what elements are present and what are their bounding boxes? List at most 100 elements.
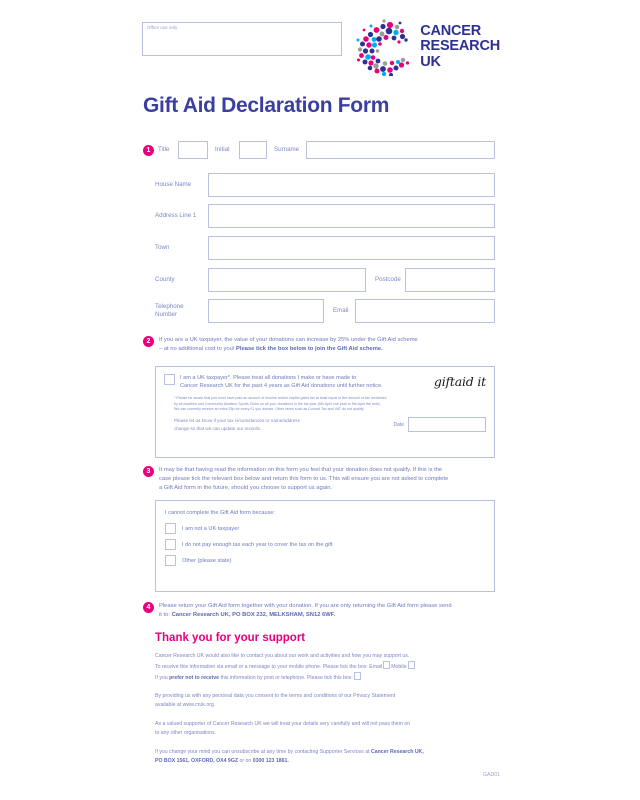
- section-4-return-address: Cancer Research UK, PO BOX 232, MELKSHAM…: [171, 611, 336, 618]
- giftaid-it-logo: giftaid it: [433, 374, 486, 389]
- unsub-phone: 0300 123 1861.: [252, 757, 289, 764]
- fineprint-line-2: by all charities and Community Amateur S…: [174, 401, 381, 406]
- surname-input[interactable]: [306, 141, 495, 159]
- unsub-line-1-plain: If you change your mind you can unsubscr…: [155, 749, 371, 755]
- initial-input[interactable]: [239, 141, 267, 159]
- step-3-badge: 3: [143, 466, 154, 477]
- gift-aid-declaration-panel: I am a UK taxpayer*. Please treat all do…: [155, 366, 495, 458]
- logo-line-cancer: CANCER: [420, 23, 482, 40]
- page-title: Gift Aid Declaration Form: [143, 94, 390, 117]
- name-field-row: 1 Title Initial Surname: [143, 141, 495, 159]
- update-records-text: Please let us know if your tax circumsta…: [174, 417, 393, 432]
- prefer-not-part-c: this information by post or telephone. P…: [219, 675, 353, 681]
- email-input[interactable]: [355, 299, 495, 323]
- footer-contact-paragraph: Cancer Research UK would also like to co…: [155, 652, 500, 672]
- mobile-tickbox[interactable]: [407, 660, 415, 669]
- date-input[interactable]: [408, 417, 486, 433]
- not-enough-tax-checkbox[interactable]: [165, 539, 176, 551]
- section-2: 2 If you are a UK taxpayer, the value of…: [143, 336, 498, 354]
- address-line-1-input[interactable]: [208, 204, 495, 228]
- office-use-box[interactable]: Office use only: [142, 22, 342, 56]
- section-2-line-1: If you are a UK taxpayer, the value of y…: [159, 337, 418, 343]
- not-uk-taxpayer-label: I am not a UK taxpayer: [182, 525, 240, 532]
- office-use-label: Office use only: [147, 25, 178, 30]
- declaration-line-2: Cancer Research UK for the past 4 years …: [180, 383, 383, 390]
- email-label: Email: [333, 307, 349, 315]
- postcode-input[interactable]: [405, 268, 495, 292]
- gift-aid-fineprint: * Please be aware that you must have pai…: [156, 391, 494, 413]
- contact-line-2: To receive this information via email or…: [155, 663, 383, 670]
- form-page: Office use only CANCER RESEARCH UK Gift …: [0, 0, 640, 800]
- declaration-line-1: I am a UK taxpayer*. Please treat all do…: [180, 375, 357, 381]
- fineprint-line-1: * Please be aware that you must have pai…: [174, 395, 387, 400]
- section-3-text: It may be that having read the informati…: [159, 466, 448, 493]
- not-enough-tax-label: I do not pay enough tax each year to cov…: [182, 541, 333, 548]
- fineprint-line-3: We can currently receive an extra 25p fo…: [174, 407, 365, 412]
- town-row: Town: [155, 236, 495, 260]
- section-4-line-2-plain: it to:: [159, 611, 172, 618]
- logo-line-uk: UK: [420, 53, 441, 70]
- telephone-email-row: Telephone Number Email: [155, 299, 495, 323]
- surname-label: Surname: [274, 146, 300, 154]
- update-line-1: Please let us know if your tax circumsta…: [174, 418, 300, 424]
- telephone-label: Telephone Number: [155, 303, 208, 319]
- footer-valued-supporter-paragraph: As a valued supporter of Cancer Research…: [155, 720, 500, 738]
- address-line-1-row: Address Line 1: [155, 204, 495, 228]
- contact-line-1: Cancer Research UK would also like to co…: [155, 653, 410, 659]
- option-row-not-enough-tax[interactable]: I do not pay enough tax each year to cov…: [156, 534, 494, 551]
- page-header: Office use only CANCER RESEARCH UK: [142, 18, 500, 86]
- cancer-research-uk-logo: CANCER RESEARCH UK: [356, 18, 500, 77]
- unsub-org-name: Cancer Research UK,: [370, 749, 424, 755]
- section-4-line-1: Please return your Gift Aid form togethe…: [159, 603, 452, 609]
- address-line-1-label: Address Line 1: [155, 212, 197, 220]
- section-4: 4 Please return your Gift Aid form toget…: [143, 602, 501, 620]
- valued-line-1: As a valued supporter of Cancer Research…: [155, 721, 411, 727]
- gift-aid-declaration-row: I am a UK taxpayer*. Please treat all do…: [156, 367, 494, 391]
- step-4-badge: 4: [143, 602, 154, 613]
- unsub-address: PO BOX 1561, OXFORD, OX4 9GZ: [155, 757, 239, 764]
- gift-aid-declaration-text: I am a UK taxpayer*. Please treat all do…: [180, 374, 434, 391]
- telephone-input[interactable]: [208, 299, 324, 323]
- prefer-not-emphasis: prefer not to receive: [169, 675, 220, 681]
- section-2-line-2-bold: Please tick the box below to join the Gi…: [236, 345, 383, 352]
- not-uk-taxpayer-checkbox[interactable]: [165, 523, 176, 535]
- telephone-label-line2: Number: [155, 311, 178, 318]
- other-label: Other (please state): [182, 557, 232, 564]
- option-row-other[interactable]: Other (please state): [156, 550, 494, 567]
- thank-you-heading: Thank you for your support: [155, 632, 306, 644]
- footer-unsubscribe-paragraph: If you change your mind you can unsubscr…: [155, 748, 500, 766]
- privacy-line-1: By providing us with any personal data y…: [155, 693, 396, 699]
- cruk-wordmark: CANCER RESEARCH UK: [420, 24, 500, 69]
- county-input[interactable]: [208, 268, 366, 292]
- section-3: 3 It may be that having read the informa…: [143, 466, 501, 493]
- update-records-row: Please let us know if your tax circumsta…: [156, 413, 494, 433]
- cannot-complete-panel: I cannot complete the Gift Aid form beca…: [155, 500, 495, 592]
- option-row-not-uk-taxpayer[interactable]: I am not a UK taxpayer: [156, 517, 494, 535]
- town-input[interactable]: [208, 236, 495, 260]
- contact-mobile-label: Mobile: [391, 663, 407, 670]
- title-input[interactable]: [178, 141, 208, 159]
- cannot-complete-heading: I cannot complete the Gift Aid form beca…: [165, 510, 276, 516]
- county-label: County: [155, 276, 175, 284]
- county-postcode-row: County Postcode: [155, 268, 495, 292]
- footer-prefer-not-paragraph: If you prefer not to receive this inform…: [155, 672, 500, 683]
- no-post-telephone-tickbox[interactable]: [353, 672, 361, 680]
- step-2-badge: 2: [143, 336, 154, 347]
- house-name-input[interactable]: [208, 173, 495, 197]
- section-2-text: If you are a UK taxpayer, the value of y…: [159, 336, 418, 354]
- section-3-line-3: a Gift Aid form in the future, should yo…: [159, 484, 333, 491]
- postcode-label: Postcode: [375, 276, 401, 284]
- valued-line-2: to any other organisations.: [155, 729, 217, 736]
- section-4-text: Please return your Gift Aid form togethe…: [159, 602, 452, 620]
- other-checkbox[interactable]: [165, 555, 176, 567]
- gift-aid-checkbox[interactable]: [164, 374, 175, 385]
- house-name-row: House Name: [155, 173, 495, 197]
- title-label: Title: [158, 146, 170, 154]
- email-tickbox[interactable]: [383, 660, 391, 669]
- prefer-not-part-a: If you: [155, 675, 170, 681]
- footer-privacy-paragraph: By providing us with any personal data y…: [155, 692, 500, 710]
- update-line-2: change so that we can update our records…: [174, 425, 262, 431]
- initial-label: Initial: [215, 146, 230, 154]
- unsub-conjunction: or on: [238, 757, 253, 764]
- logo-line-research: RESEARCH: [420, 38, 500, 55]
